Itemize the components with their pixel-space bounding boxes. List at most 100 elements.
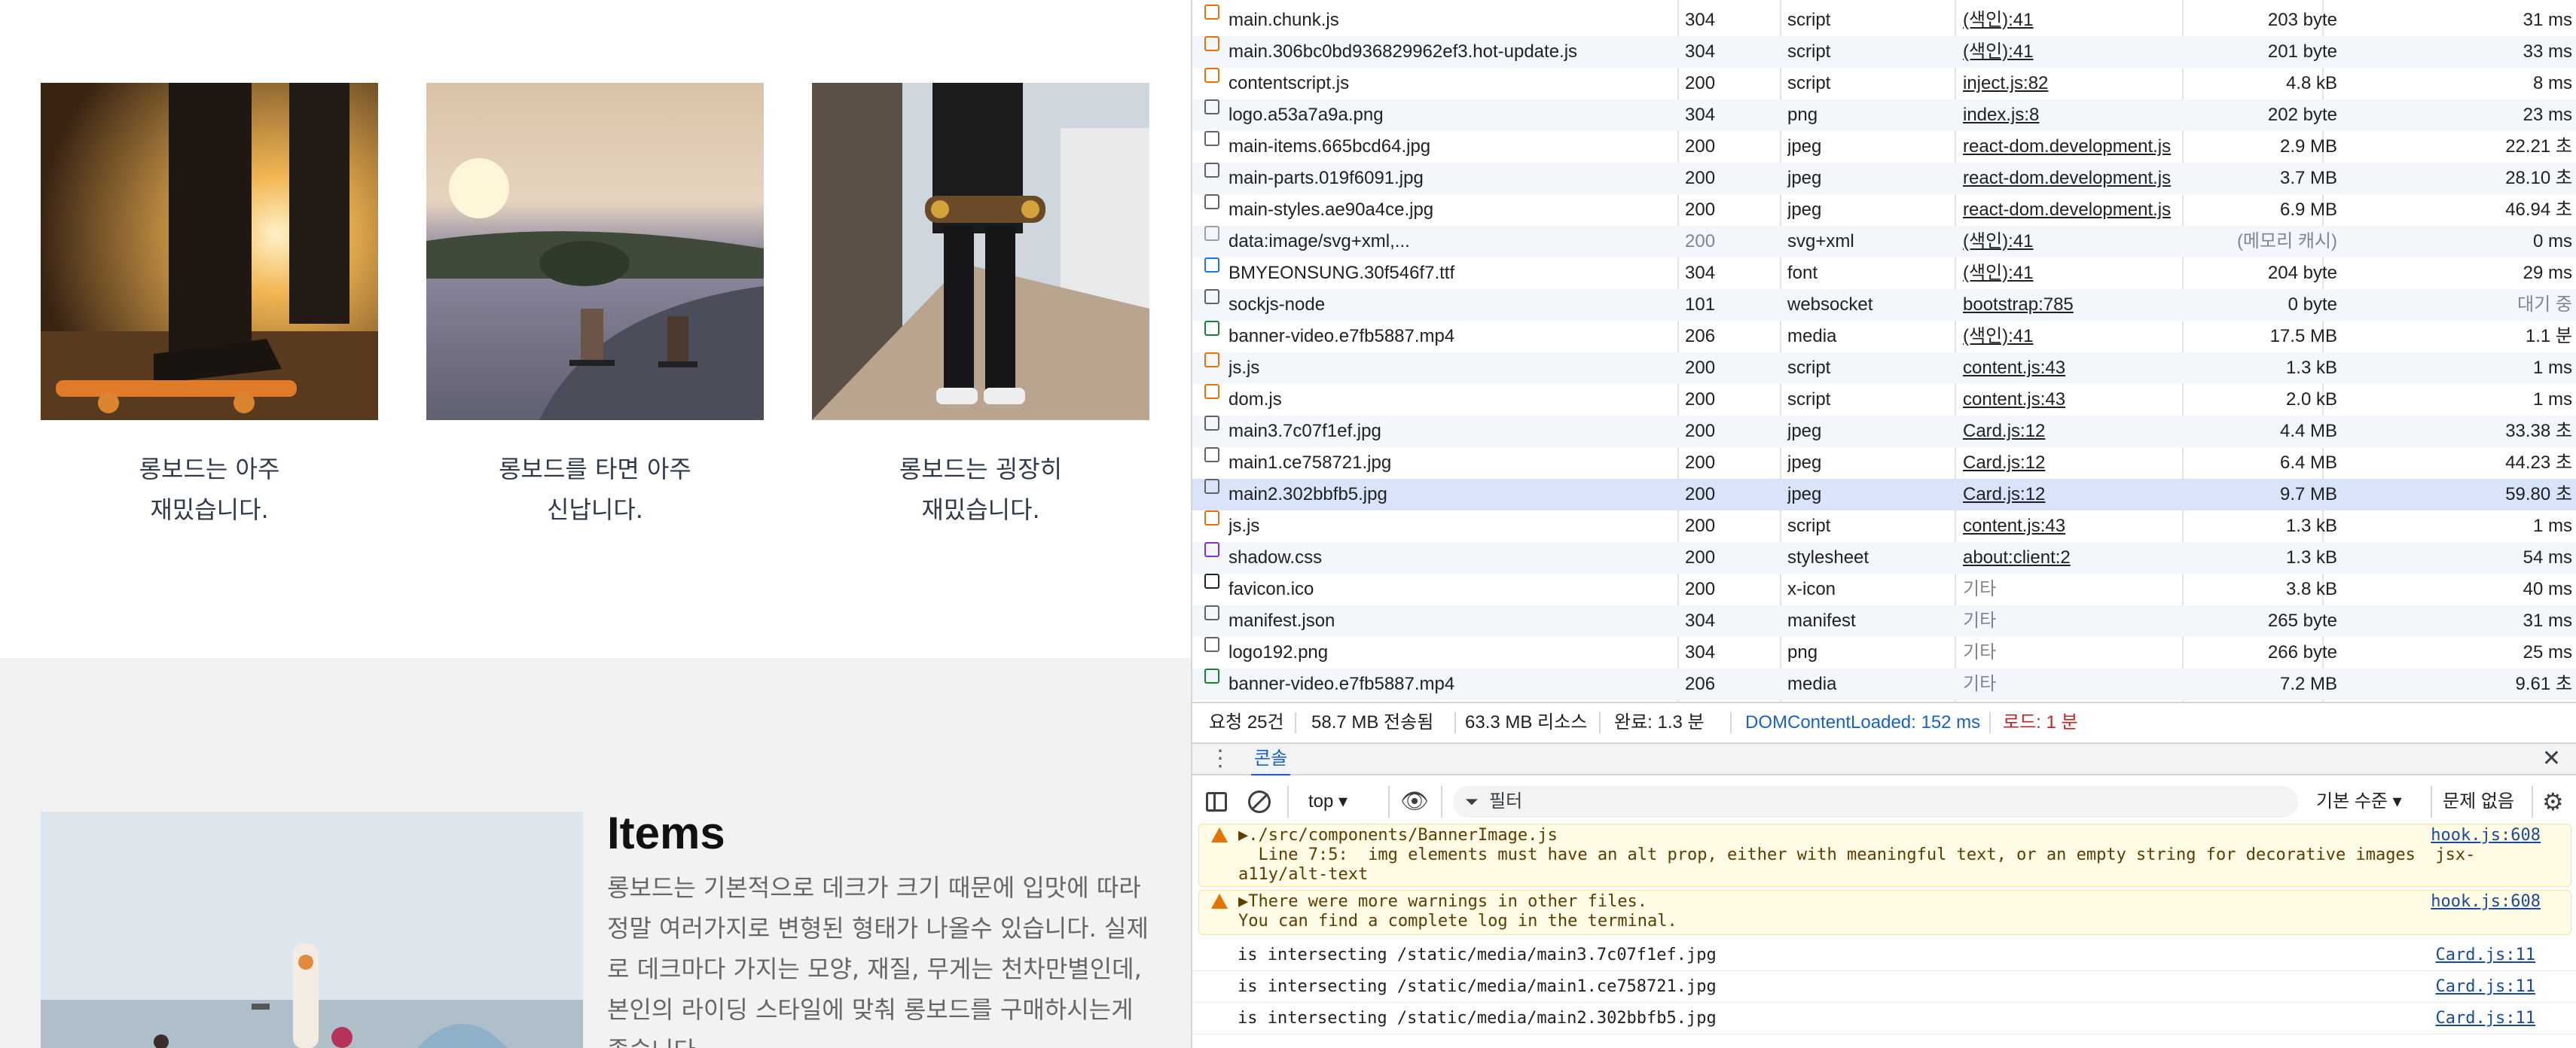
console-filter-input[interactable]: ⏷ 필터 — [1453, 786, 2298, 818]
network-request-row[interactable]: data:image/svg+xml,... 200 svg+xml (색인):41 (… — [1192, 226, 2576, 257]
request-status: 200 — [1685, 389, 1716, 410]
live-expression-eye-icon[interactable]: 👁 — [1400, 775, 1429, 828]
request-time: 9.61 초 — [2515, 674, 2572, 694]
request-size: 17.5 MB — [2269, 326, 2337, 346]
request-size: 4.4 MB — [2279, 421, 2337, 441]
media-icon — [1204, 669, 1219, 684]
warning-icon — [1211, 827, 1228, 842]
clear-console-icon[interactable] — [1248, 791, 1271, 813]
close-drawer-icon[interactable]: ✕ — [2542, 744, 2561, 774]
request-time: 29 ms — [2523, 263, 2572, 283]
log-source-link[interactable]: Card.js:11 — [2436, 1003, 2535, 1034]
log-source-link[interactable]: Card.js:11 — [2436, 940, 2535, 971]
request-time: 1 ms — [2532, 358, 2572, 378]
warning-source-link[interactable]: hook.js:608 — [2431, 826, 2541, 845]
request-name: BMYEONSUNG.30f546f7.ttf — [1228, 263, 1455, 283]
request-initiator[interactable]: inject.js:82 — [1963, 68, 2189, 99]
network-request-row[interactable]: banner-video.e7fb5887.mp4 206 media 기타 7.2 M… — [1192, 669, 2576, 700]
network-request-row[interactable]: main-parts.019f6091.jpg 200 jpeg react-dom.… — [1192, 163, 2576, 194]
request-time: 1 ms — [2532, 516, 2572, 536]
request-initiator[interactable]: bootstrap:785 — [1963, 289, 2189, 321]
network-request-row[interactable]: dom.js 200 script content.js:43 2.0 kB 1 ms — [1192, 384, 2576, 416]
request-initiator[interactable]: react-dom.development.js — [1963, 194, 2189, 226]
warning-source-link[interactable]: hook.js:608 — [2431, 892, 2541, 912]
log-levels-dropdown[interactable]: 기본 수준 ▾ — [2316, 775, 2402, 828]
network-request-row[interactable]: js.js 200 script content.js:43 1.3 kB 1 ms — [1192, 510, 2576, 542]
network-request-row[interactable]: contentscript.js 200 script inject.js:82 4.8… — [1192, 68, 2576, 99]
request-initiator[interactable]: about:client:2 — [1963, 542, 2189, 574]
request-status: 200 — [1685, 421, 1716, 441]
request-name: main-items.665bcd64.jpg — [1228, 136, 1431, 157]
request-status: 206 — [1685, 674, 1716, 694]
network-request-row[interactable]: main1.ce758721.jpg 200 jpeg Card.js:12 6.4 M… — [1192, 447, 2576, 479]
network-request-row[interactable]: BMYEONSUNG.30f546f7.ttf 304 font (색인):41 204… — [1192, 257, 2576, 289]
network-request-row[interactable]: logo192.png 304 png 기타 266 byte 25 ms — [1192, 637, 2576, 669]
network-request-row[interactable]: main2.302bbfb5.jpg 200 jpeg Card.js:12 9.7 M… — [1192, 479, 2576, 510]
request-initiator[interactable]: react-dom.development.js — [1963, 131, 2189, 163]
network-request-row[interactable]: manifest.json 304 manifest 기타 265 byte 31 ms — [1192, 605, 2576, 637]
request-size: 201 byte — [2267, 41, 2337, 62]
network-request-row[interactable]: main3.7c07f1ef.jpg 200 jpeg Card.js:12 4.4 M… — [1192, 416, 2576, 447]
console-warning[interactable]: ▶./src/components/BannerImage.js Line 7:… — [1198, 824, 2571, 887]
request-initiator[interactable]: (색인):41 — [1963, 257, 2189, 289]
network-request-row[interactable]: logo.a53a7a9a.png 304 png index.js:8 202 byt… — [1192, 99, 2576, 131]
image-icon — [1204, 194, 1219, 209]
request-size: 1.3 kB — [2285, 516, 2337, 536]
request-initiator[interactable]: react-dom.development.js — [1963, 163, 2189, 194]
request-name: logo.a53a7a9a.png — [1228, 105, 1384, 125]
drawer-menu-icon[interactable]: ⋮ — [1209, 745, 1232, 772]
items-image-beach — [41, 812, 583, 1048]
request-name: main.306bc0bd936829962ef3.hot-update.js — [1228, 41, 1578, 62]
network-request-row[interactable]: main-styles.ae90a4ce.jpg 200 jpeg react-dom… — [1192, 194, 2576, 226]
network-request-row[interactable]: main.306bc0bd936829962ef3.hot-update.js 3… — [1192, 36, 2576, 68]
request-name: contentscript.js — [1228, 73, 1350, 93]
summary-load: 로드: 1 분 — [2003, 712, 2078, 733]
summary-requests: 요청 25건 — [1209, 712, 1284, 733]
request-size: 202 byte — [2267, 105, 2337, 125]
network-request-table[interactable]: main.chunk.js 304 script (색인):41 203 byte 31 … — [1192, 0, 2576, 702]
request-size: 0 byte — [2288, 294, 2337, 315]
network-request-row[interactable]: shadow.css 200 stylesheet about:client:2 1.3… — [1192, 542, 2576, 574]
context-selector[interactable]: top ▾ — [1308, 775, 1348, 828]
issues-button[interactable]: 문제 없음 — [2443, 775, 2514, 828]
request-status: 200 — [1685, 231, 1716, 251]
network-request-row[interactable]: banner-video.e7fb5887.mp4 206 media (색인):41… — [1192, 321, 2576, 352]
request-initiator[interactable]: content.js:43 — [1963, 510, 2189, 542]
network-request-row[interactable]: main.chunk.js 304 script (색인):41 203 byte 31 … — [1192, 5, 2576, 36]
request-time: 23 ms — [2523, 105, 2572, 125]
request-initiator[interactable]: (색인):41 — [1963, 5, 2189, 36]
sidebar-toggle-icon[interactable] — [1206, 792, 1227, 812]
svg-icon — [1204, 226, 1219, 241]
request-initiator[interactable]: (색인):41 — [1963, 321, 2189, 352]
request-status: 200 — [1685, 452, 1716, 473]
console-settings-gear-icon[interactable]: ⚙ — [2542, 775, 2564, 828]
request-initiator[interactable]: content.js:43 — [1963, 352, 2189, 384]
request-time: 1 ms — [2532, 389, 2572, 410]
request-type: script — [1787, 358, 1831, 378]
network-request-row[interactable]: sockjs-node 101 websocket bootstrap:785 0 by… — [1192, 289, 2576, 321]
request-status: 304 — [1685, 105, 1716, 125]
log-source-link[interactable]: Card.js:11 — [2436, 971, 2535, 1003]
request-initiator[interactable]: (색인):41 — [1963, 36, 2189, 68]
request-name: main3.7c07f1ef.jpg — [1228, 421, 1381, 441]
tab-console[interactable]: 콘솔 — [1251, 744, 1291, 777]
request-status: 200 — [1685, 73, 1716, 93]
request-size: 1.3 kB — [2285, 358, 2337, 378]
request-status: 200 — [1685, 358, 1716, 378]
request-initiator[interactable]: Card.js:12 — [1963, 447, 2189, 479]
stylesheet-icon — [1204, 542, 1219, 557]
request-time: 59.80 초 — [2505, 484, 2572, 504]
request-initiator[interactable]: (색인):41 — [1963, 226, 2189, 257]
request-initiator[interactable]: Card.js:12 — [1963, 416, 2189, 447]
request-status: 200 — [1685, 547, 1716, 568]
summary-finish: 완료: 1.3 분 — [1614, 712, 1705, 733]
network-request-row[interactable]: js.js 200 script content.js:43 1.3 kB 1 ms — [1192, 352, 2576, 384]
console-warning[interactable]: ▶There were more warnings in other files… — [1198, 890, 2571, 935]
request-status: 200 — [1685, 200, 1716, 220]
request-initiator[interactable]: index.js:8 — [1963, 99, 2189, 131]
request-type: jpeg — [1787, 168, 1822, 188]
network-request-row[interactable]: main-items.665bcd64.jpg 200 jpeg react-dom.… — [1192, 131, 2576, 163]
request-initiator[interactable]: Card.js:12 — [1963, 479, 2189, 510]
request-initiator[interactable]: content.js:43 — [1963, 384, 2189, 416]
network-request-row[interactable]: favicon.ico 200 x-icon 기타 3.8 kB 40 ms — [1192, 574, 2576, 605]
